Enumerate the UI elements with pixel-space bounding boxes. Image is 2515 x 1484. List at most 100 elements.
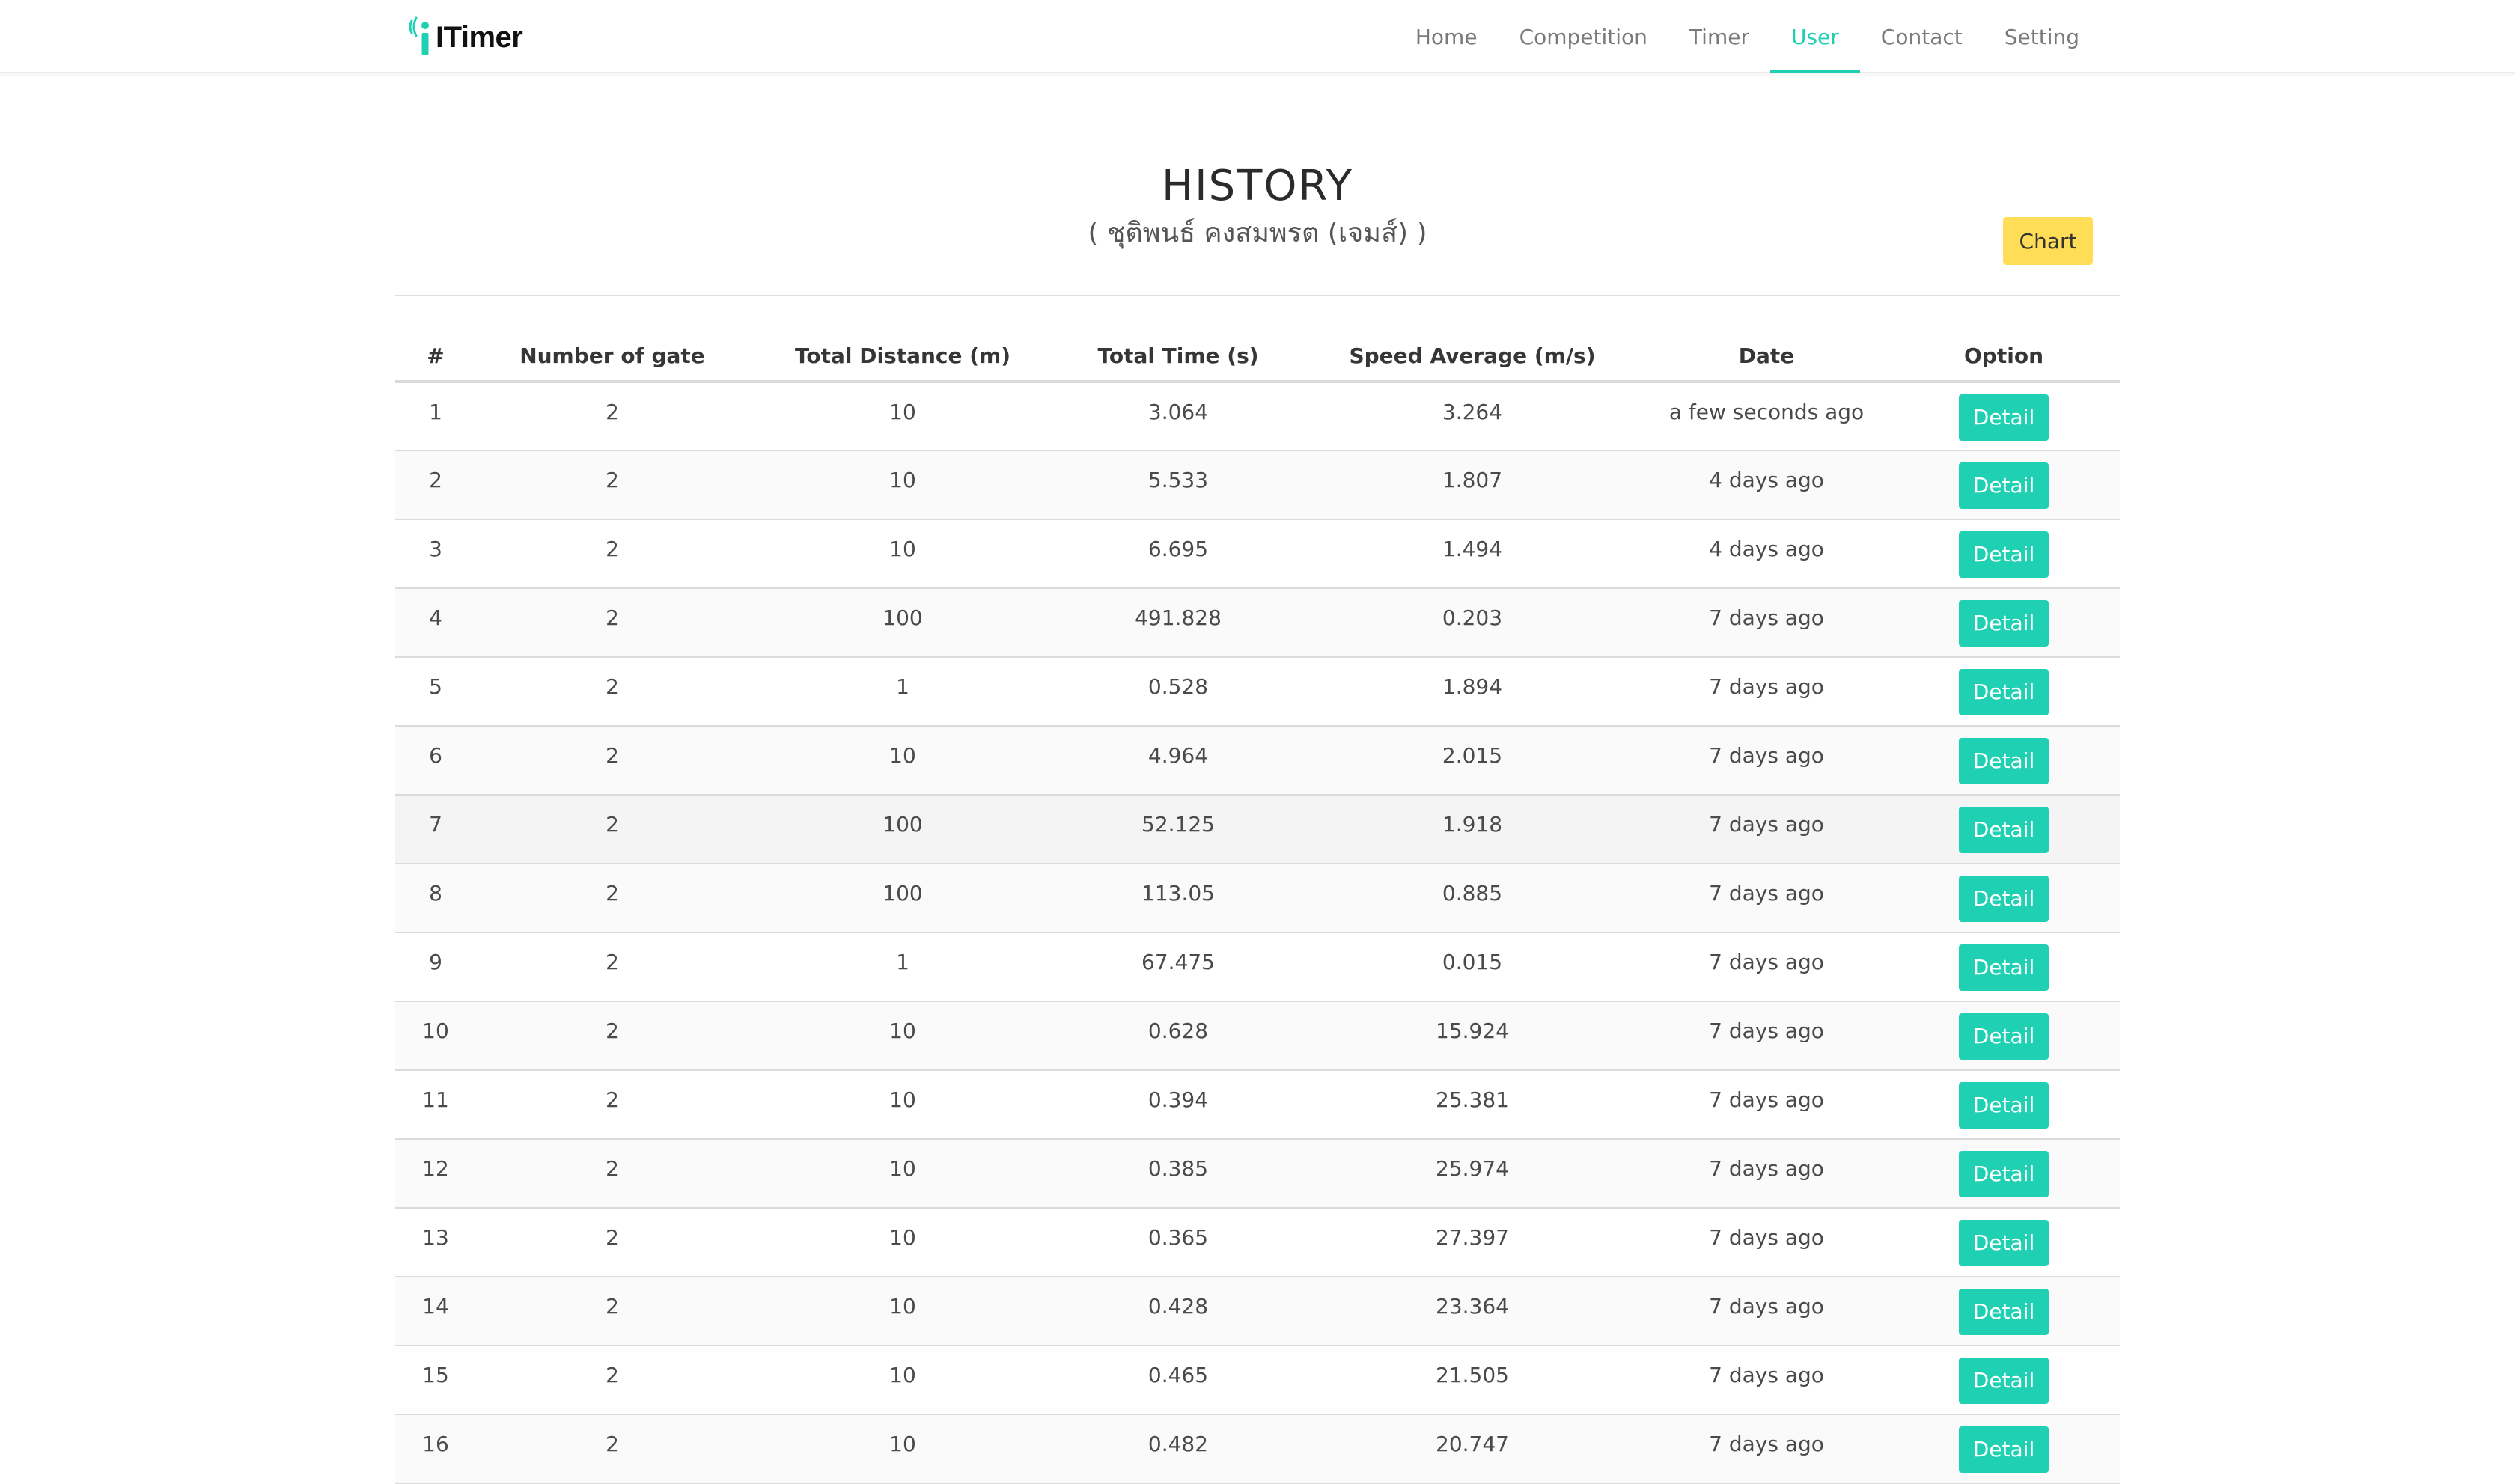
page-title: HISTORY [1162,162,1353,210]
nav-item-home[interactable]: Home [1394,0,1499,73]
table-row[interactable]: 1 2 10 3.064 3.264 a few seconds ago Detail [395,382,2120,451]
history-table: # Number of gate Total Distance (m) Total T… [395,331,2120,1484]
speed-average-cell: 21.505 [1299,1346,1645,1415]
total-time-cell: 52.125 [1057,795,1299,864]
detail-button[interactable]: Detail [1959,1151,2049,1197]
detail-button[interactable]: Detail [1959,669,2049,715]
table-row[interactable]: 15 2 10 0.465 21.505 7 days ago Detail [395,1346,2120,1415]
detail-button[interactable]: Detail [1959,876,2049,922]
total-time-cell: 3.064 [1057,382,1299,451]
detail-button[interactable]: Detail [1959,1426,2049,1473]
total-time-cell: 0.482 [1057,1414,1299,1484]
table-row[interactable]: 9 2 1 67.475 0.015 7 days ago Detail [395,932,2120,1002]
detail-button[interactable]: Detail [1959,1358,2049,1404]
total-distance-cell: 100 [749,588,1057,658]
table-header-row: # Number of gate Total Distance (m) Total T… [395,331,2120,383]
table-row[interactable]: 5 2 1 0.528 1.894 7 days ago Detail [395,657,2120,727]
chart-button[interactable]: Chart [2003,217,2093,265]
total-time-cell: 0.428 [1057,1277,1299,1346]
total-time-cell: 0.365 [1057,1208,1299,1277]
table-row[interactable]: 3 2 10 6.695 1.494 4 days ago Detail [395,519,2120,589]
option-cell: Detail [1888,451,2120,520]
table-row[interactable]: 2 2 10 5.533 1.807 4 days ago Detail [395,451,2120,520]
nav-item-user[interactable]: User [1769,0,1860,73]
gate-count-cell: 2 [476,726,749,796]
speed-average-cell: 0.015 [1299,932,1645,1002]
table-row[interactable]: 6 2 10 4.964 2.015 7 days ago Detail [395,726,2120,796]
detail-button[interactable]: Detail [1959,1289,2049,1335]
table-row[interactable]: 10 2 10 0.628 15.924 7 days ago Detail [395,1001,2120,1071]
detail-button[interactable]: Detail [1959,600,2049,647]
total-distance-cell: 10 [749,1001,1057,1071]
option-cell: Detail [1888,1001,2120,1071]
speed-average-cell: 0.885 [1299,864,1645,933]
gate-count-cell: 2 [476,795,749,864]
total-distance-cell: 10 [749,1277,1057,1346]
row-index-cell: 2 [395,451,476,520]
navbar: ITimer Home Competition Timer User Contact Se… [0,0,2515,73]
speed-average-cell: 20.747 [1299,1414,1645,1484]
history-table-container: # Number of gate Total Distance (m) Total T… [395,331,2120,1484]
total-time-cell: 5.533 [1057,451,1299,520]
option-cell: Detail [1888,1139,2120,1209]
detail-button[interactable]: Detail [1959,462,2049,509]
row-index-cell: 8 [395,864,476,933]
brand-logo[interactable]: ITimer [407,16,523,58]
table-row[interactable]: 11 2 10 0.394 25.381 7 days ago Detail [395,1070,2120,1140]
date-cell: 7 days ago [1645,1414,1888,1484]
date-cell: 7 days ago [1645,726,1888,796]
total-distance-cell: 10 [749,1208,1057,1277]
table-row[interactable]: 12 2 10 0.385 25.974 7 days ago Detail [395,1139,2120,1209]
speed-average-cell: 1.894 [1299,657,1645,727]
detail-button[interactable]: Detail [1959,1013,2049,1060]
speed-average-cell: 1.807 [1299,451,1645,520]
col-total-time-header: Total Time (s) [1057,331,1299,383]
row-index-cell: 10 [395,1001,476,1071]
option-cell: Detail [1888,588,2120,658]
table-row[interactable]: 13 2 10 0.365 27.397 7 days ago Detail [395,1208,2120,1277]
total-distance-cell: 1 [749,932,1057,1002]
gate-count-cell: 2 [476,1346,749,1415]
option-cell: Detail [1888,382,2120,451]
option-cell: Detail [1888,864,2120,933]
col-option-header: Option [1888,331,2120,383]
option-cell: Detail [1888,726,2120,796]
table-row[interactable]: 8 2 100 113.05 0.885 7 days ago Detail [395,864,2120,933]
table-body: 1 2 10 3.064 3.264 a few seconds ago Detail 2 2 1… [395,382,2120,1484]
nav-item-setting[interactable]: Setting [1984,0,2100,73]
detail-button[interactable]: Detail [1959,944,2049,991]
nav-item-contact[interactable]: Contact [1860,0,1984,73]
timer-logo-icon [409,16,429,55]
date-cell: a few seconds ago [1645,382,1888,451]
table-row[interactable]: 4 2 100 491.828 0.203 7 days ago Detail [395,588,2120,658]
total-time-cell: 0.385 [1057,1139,1299,1209]
table-row[interactable]: 7 2 100 52.125 1.918 7 days ago Detail [395,795,2120,864]
nav-item-competition[interactable]: Competition [1499,0,1668,73]
detail-button[interactable]: Detail [1959,394,2049,441]
detail-button[interactable]: Detail [1959,807,2049,853]
gate-count-cell: 2 [476,1070,749,1140]
gate-count-cell: 2 [476,932,749,1002]
detail-button[interactable]: Detail [1959,1082,2049,1129]
total-distance-cell: 10 [749,1346,1057,1415]
date-cell: 7 days ago [1645,795,1888,864]
table-row[interactable]: 16 2 10 0.482 20.747 7 days ago Detail [395,1414,2120,1484]
nav-item-timer[interactable]: Timer [1668,0,1770,73]
option-cell: Detail [1888,657,2120,727]
col-speed-average-header: Speed Average (m/s) [1299,331,1645,383]
row-index-cell: 7 [395,795,476,864]
gate-count-cell: 2 [476,451,749,520]
date-cell: 7 days ago [1645,1277,1888,1346]
detail-button[interactable]: Detail [1959,738,2049,784]
total-time-cell: 491.828 [1057,588,1299,658]
user-name-subtitle: ( ชุติพนธ์ คงสมพรต (เจมส์) ) [1088,218,1427,248]
speed-average-cell: 23.364 [1299,1277,1645,1346]
date-cell: 4 days ago [1645,519,1888,589]
table-row[interactable]: 14 2 10 0.428 23.364 7 days ago Detail [395,1277,2120,1346]
detail-button[interactable]: Detail [1959,1220,2049,1266]
date-cell: 7 days ago [1645,1001,1888,1071]
row-index-cell: 14 [395,1277,476,1346]
detail-button[interactable]: Detail [1959,531,2049,578]
gate-count-cell: 2 [476,1208,749,1277]
row-index-cell: 16 [395,1414,476,1484]
